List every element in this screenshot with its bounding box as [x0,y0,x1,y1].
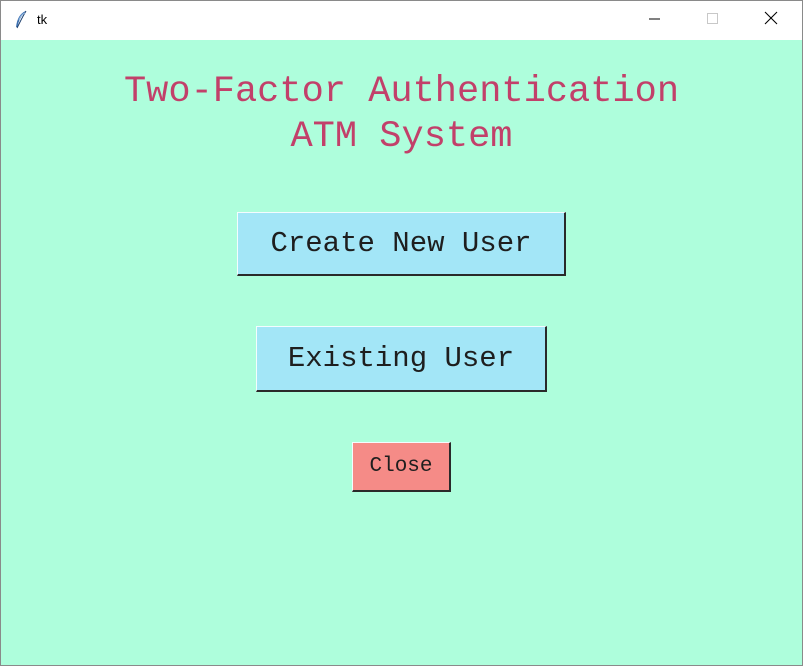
maximize-icon [707,12,719,30]
window-title: tk [37,12,48,27]
app-window: tk Two-Factor Authentication ATM System … [0,0,803,666]
maximize-button[interactable] [684,1,742,40]
main-panel: Two-Factor Authentication ATM System Cre… [1,40,802,665]
title-bar[interactable]: tk [1,1,802,40]
close-icon [764,11,778,30]
create-new-user-button[interactable]: Create New User [237,212,566,276]
existing-user-button[interactable]: Existing User [256,326,547,392]
feather-icon [13,10,29,30]
page-title-line-2: ATM System [290,116,513,158]
close-button[interactable]: Close [352,442,451,492]
page-title-line-1: Two-Factor Authentication [123,71,680,113]
window-close-button[interactable] [742,1,800,40]
minimize-button[interactable] [626,1,684,40]
minimize-icon [649,12,661,30]
